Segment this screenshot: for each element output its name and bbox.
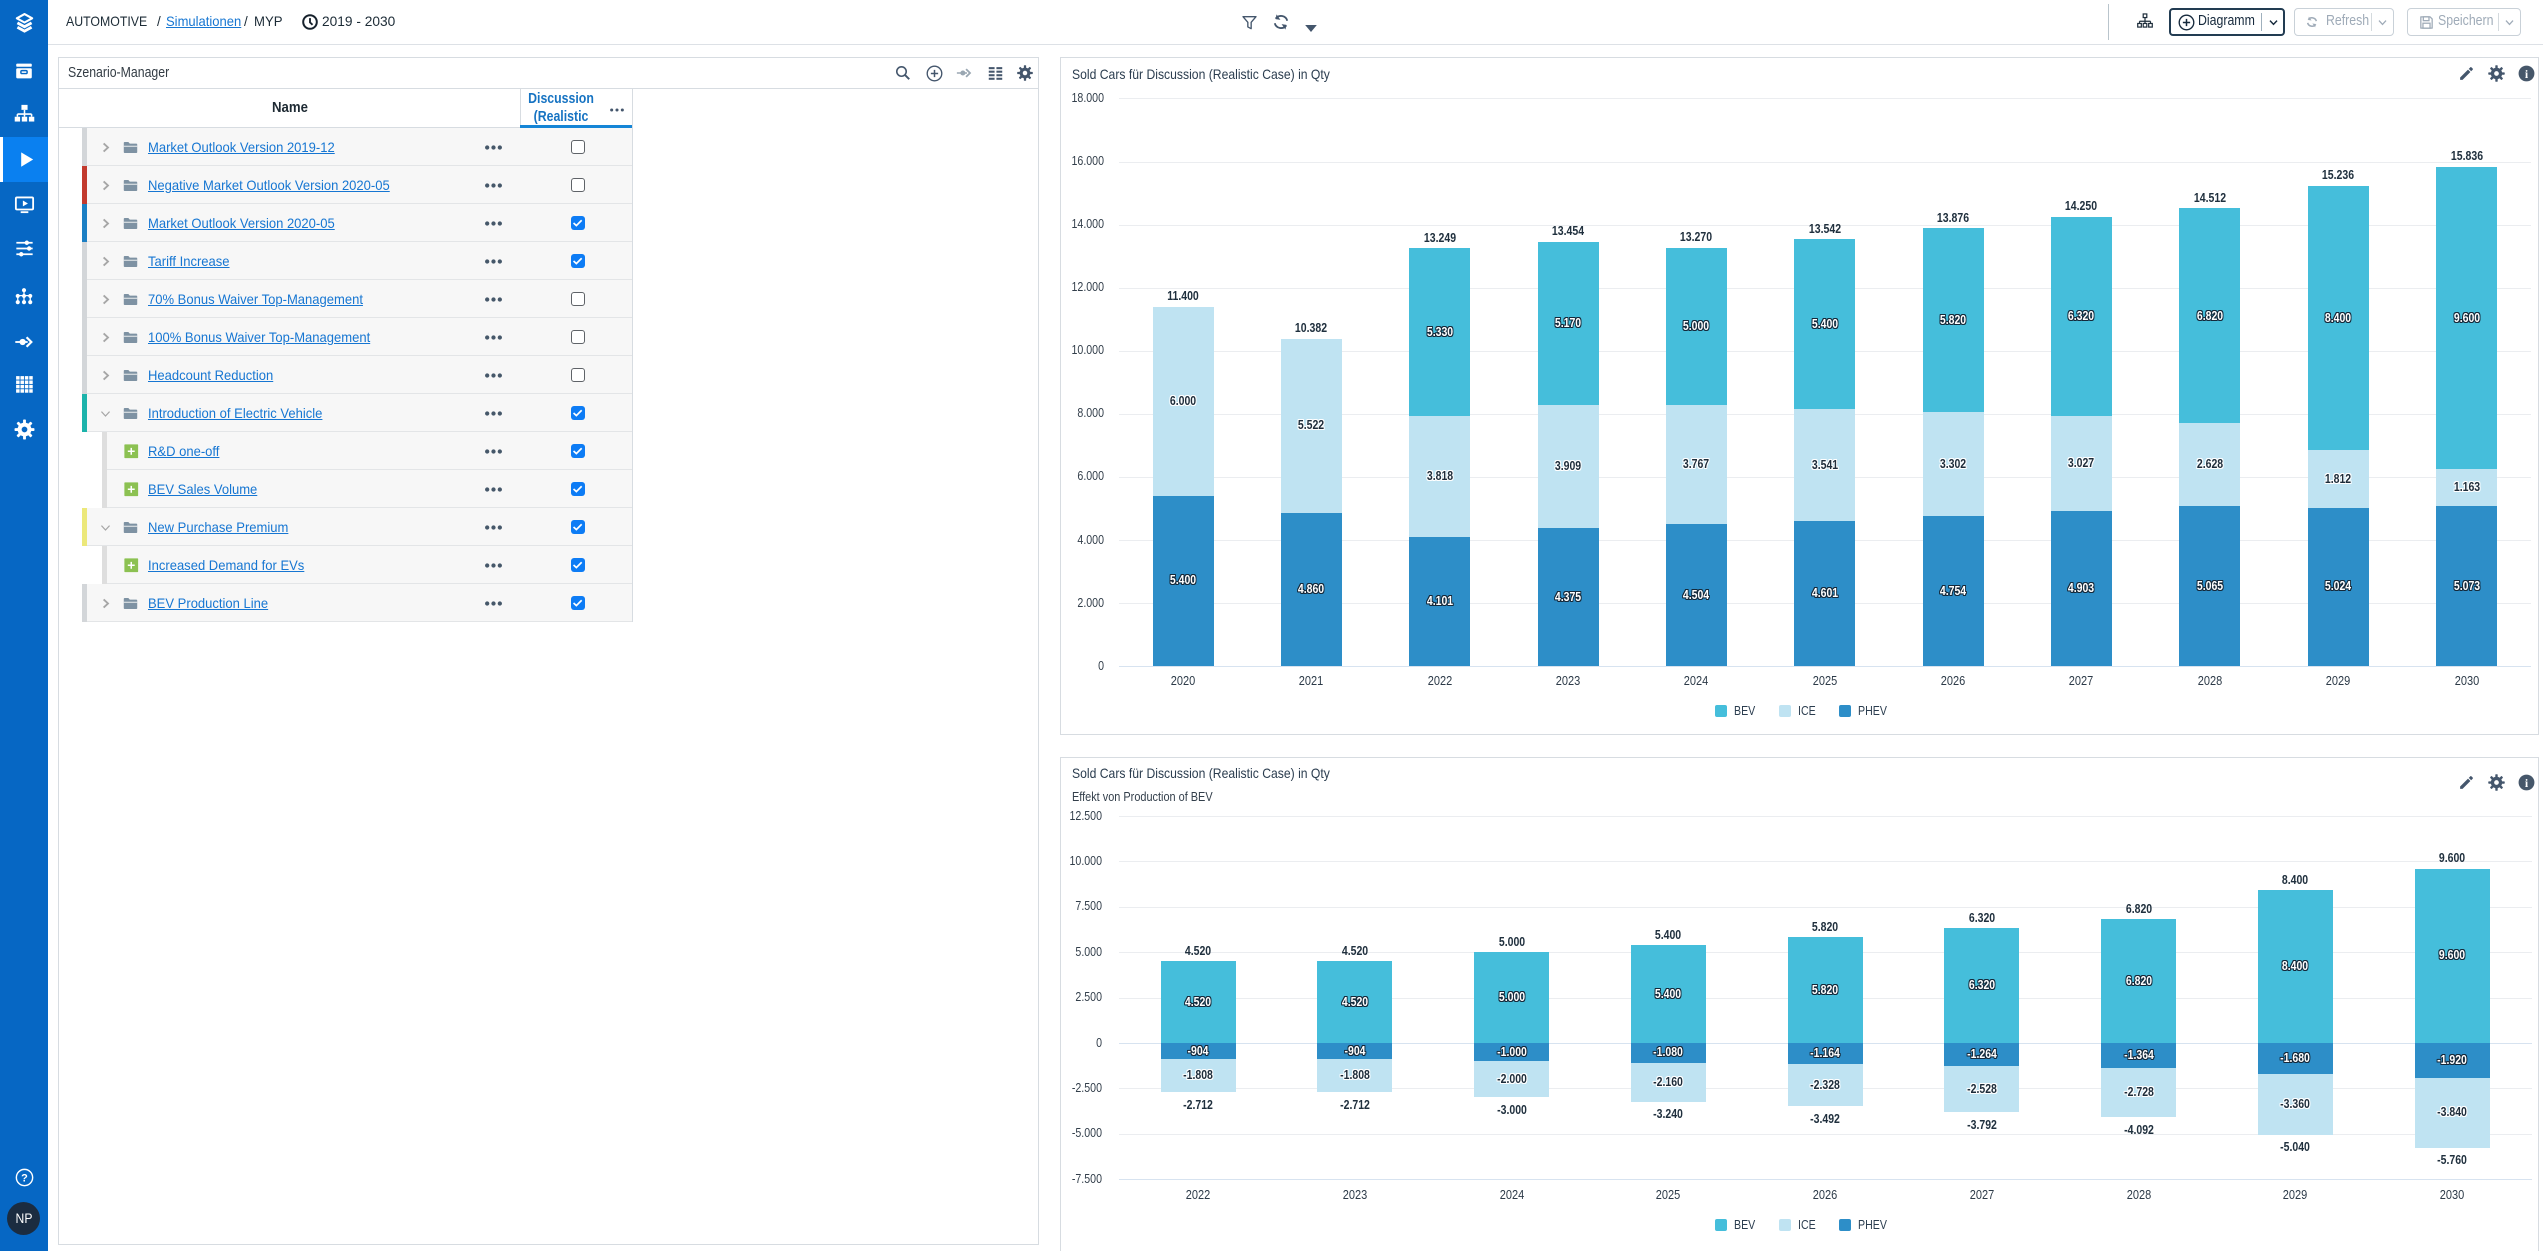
svg-text:?: ?: [21, 1172, 28, 1184]
